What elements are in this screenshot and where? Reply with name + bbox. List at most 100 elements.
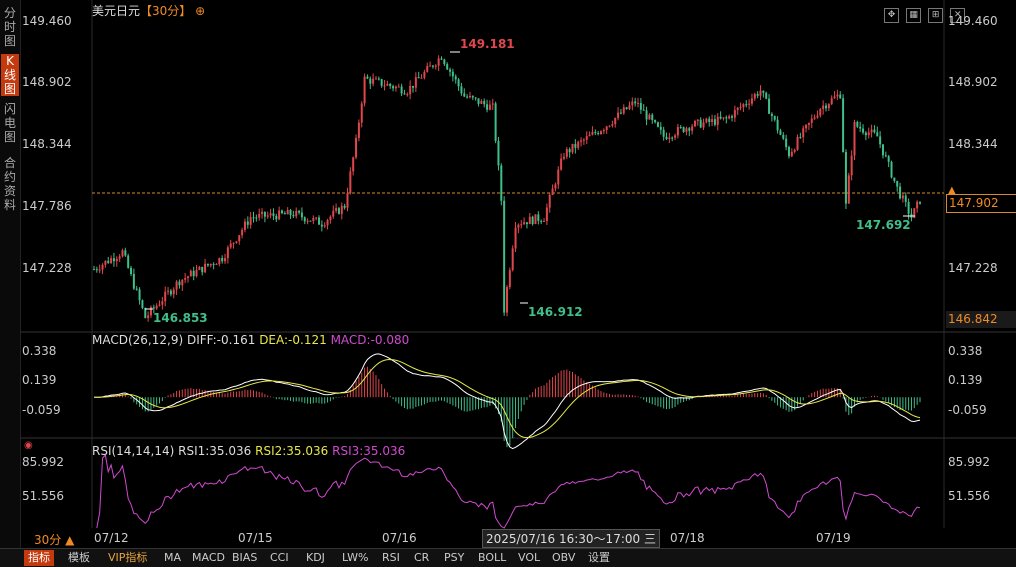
- macd-axis-right: -0.059: [948, 403, 987, 417]
- macd-header: MACD(26,12,9) DIFF:-0.161 DEA:-0.121 MAC…: [92, 333, 409, 347]
- candle-body: [528, 216, 531, 225]
- candle-body: [209, 263, 212, 266]
- candle-body: [748, 103, 751, 105]
- candle-body: [890, 161, 893, 178]
- high-annotation: 149.181: [460, 37, 515, 51]
- candle-body: [739, 107, 742, 109]
- zoom-icon[interactable]: ⊞: [928, 8, 944, 23]
- low-bound-tag: 146.842: [946, 311, 1016, 328]
- candle-body: [879, 136, 882, 145]
- tab-kdj[interactable]: KDJ: [302, 550, 329, 566]
- tab-vip-indicators[interactable]: VIP指标: [104, 550, 151, 566]
- tab-lw[interactable]: LW%: [338, 550, 372, 566]
- tab-psy[interactable]: PSY: [440, 550, 468, 566]
- candle-body: [787, 147, 790, 157]
- move-icon[interactable]: ✥: [884, 8, 899, 23]
- candle-body: [506, 287, 508, 313]
- candle-body: [235, 241, 238, 243]
- candle-body: [793, 149, 796, 152]
- rsi-name: RSI(14,14,14): [92, 444, 175, 458]
- candle-body: [127, 255, 130, 268]
- candle-body: [762, 90, 765, 93]
- candle-body: [480, 100, 483, 104]
- candle-body: [372, 78, 375, 84]
- macd-axis-right: 0.338: [948, 344, 983, 358]
- candle-body: [468, 95, 471, 98]
- candle-body: [716, 116, 719, 125]
- candle-body: [147, 315, 150, 319]
- candle-body: [135, 288, 138, 290]
- candle-body: [463, 93, 466, 97]
- candle-body: [810, 118, 813, 123]
- tab-rsi[interactable]: RSI: [378, 550, 404, 566]
- indicator-tab-bar: 指标 模板 VIP指标 MA MACD BIAS CCI KDJ LW% RSI…: [0, 548, 1016, 567]
- candle-body: [184, 278, 187, 280]
- macd-macd-value: MACD:-0.080: [330, 333, 410, 347]
- candle-body: [830, 98, 833, 105]
- candle-body: [169, 290, 172, 295]
- candle-body: [229, 243, 232, 248]
- candle-body: [699, 119, 702, 128]
- tab-bias[interactable]: BIAS: [228, 550, 261, 566]
- candle-body: [121, 250, 124, 257]
- candle-body: [249, 217, 252, 225]
- period-label[interactable]: 【30分】: [140, 4, 191, 18]
- candle-body: [443, 59, 446, 65]
- candle-body: [679, 127, 682, 129]
- candle-body: [631, 101, 634, 106]
- candle-body: [548, 194, 551, 208]
- candle-body: [397, 86, 400, 88]
- candle-body: [893, 177, 896, 181]
- candle-body: [867, 132, 870, 136]
- candle-body: [753, 94, 756, 99]
- tab-boll[interactable]: BOLL: [474, 550, 510, 566]
- candle-body: [374, 78, 377, 80]
- candle-body: [93, 269, 95, 271]
- candle-body: [460, 86, 463, 94]
- cursor-time-label: 2025/07/16 16:30～17:00 三: [482, 529, 660, 548]
- candle-body: [551, 188, 554, 195]
- period-selector[interactable]: 30分 ▲: [34, 531, 74, 548]
- candle-body: [676, 127, 679, 136]
- candle-body: [409, 85, 412, 95]
- candle-body: [149, 307, 152, 316]
- candle-body: [369, 78, 372, 84]
- candle-body: [813, 117, 816, 119]
- candle-body: [278, 210, 281, 220]
- tab-cr[interactable]: CR: [410, 550, 433, 566]
- candle-body: [537, 214, 540, 221]
- candle-body: [221, 258, 224, 262]
- tab-obv[interactable]: OBV: [548, 550, 579, 566]
- tab-ma[interactable]: MA: [160, 550, 185, 566]
- price-label-left: 148.902: [22, 75, 72, 89]
- candle-body: [648, 114, 651, 120]
- candle-body: [298, 210, 301, 213]
- candle-body: [189, 270, 192, 277]
- tab-templates[interactable]: 模板: [64, 550, 94, 566]
- kline-chart[interactable]: [0, 0, 1016, 566]
- candle-body: [639, 103, 642, 110]
- grid-icon[interactable]: ▦: [906, 8, 922, 23]
- tab-vol[interactable]: VOL: [514, 550, 544, 566]
- candle-body: [377, 78, 380, 80]
- candle-body: [406, 94, 409, 96]
- candle-body: [266, 215, 269, 217]
- candle-body: [750, 98, 753, 104]
- rsi2-value: RSI2:35.036: [255, 444, 329, 458]
- candle-body: [873, 129, 876, 133]
- price-label-left: 147.786: [22, 199, 72, 213]
- tab-settings[interactable]: 设置: [584, 550, 614, 566]
- settings-circle-icon[interactable]: ⊕: [195, 4, 205, 18]
- candle-body: [130, 267, 133, 275]
- candle-body: [756, 94, 759, 96]
- rsi1-value: RSI1:35.036: [178, 444, 252, 458]
- tab-cci[interactable]: CCI: [266, 550, 293, 566]
- candle-body: [440, 58, 443, 60]
- candle-body: [622, 107, 625, 114]
- tab-indicators[interactable]: 指标: [24, 550, 54, 566]
- target-icon[interactable]: ◉: [24, 440, 33, 451]
- candle-body: [429, 65, 432, 67]
- candle-body: [693, 121, 696, 127]
- tab-macd[interactable]: MACD: [188, 550, 229, 566]
- candles-group: [93, 55, 921, 322]
